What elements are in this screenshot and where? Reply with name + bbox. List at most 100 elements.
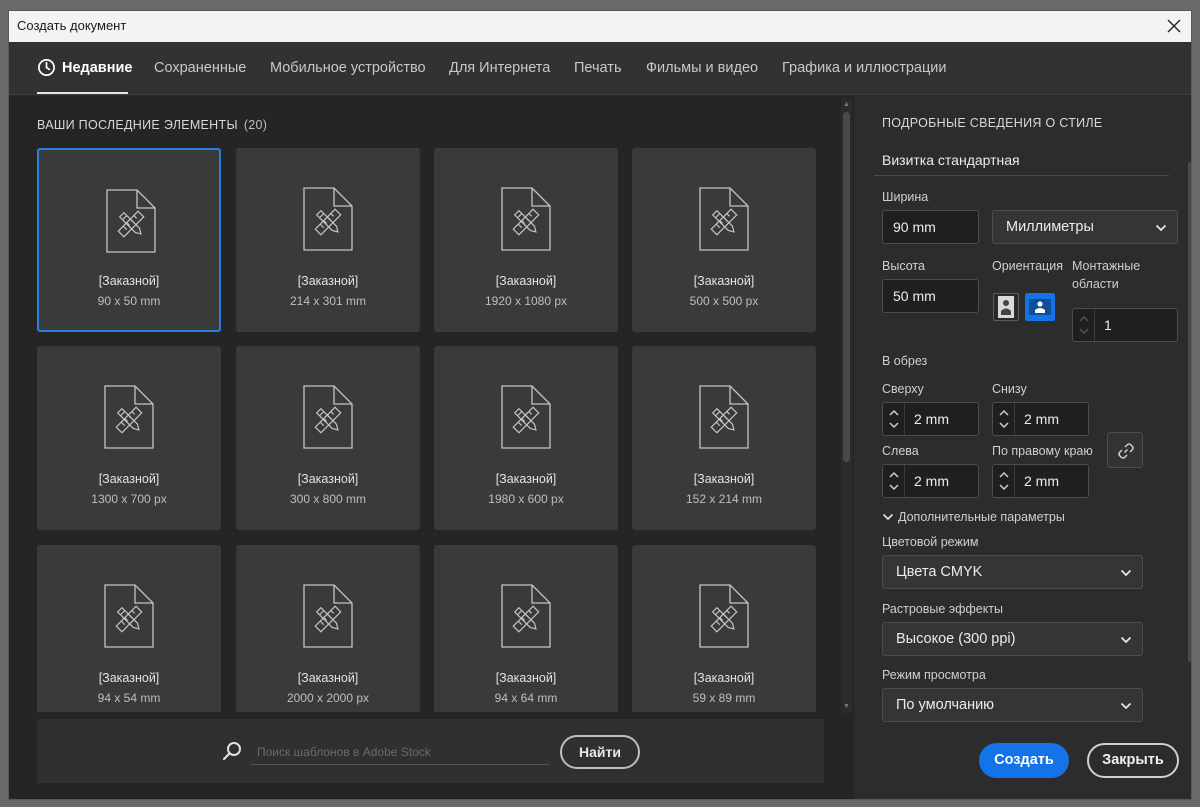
bleed-right-label: По правому краю [992, 444, 1093, 458]
tab-saved[interactable]: Сохраненные [154, 60, 246, 76]
scroll-up-arrow-icon[interactable]: ▲ [843, 101, 850, 108]
stepper-up-icon[interactable] [998, 471, 1010, 479]
preset-card[interactable]: [Заказной] 94 x 64 mm [434, 545, 618, 712]
preview-mode-select[interactable]: По умолчанию [882, 688, 1143, 722]
recent-items-scrollbar[interactable]: ▲ ▼ [841, 98, 852, 713]
tab-mobile[interactable]: Мобильное устройство [270, 60, 426, 76]
document-icon [501, 187, 551, 251]
document-icon [104, 584, 154, 648]
raster-effects-label: Растровые эффекты [882, 602, 1004, 616]
advanced-options-label: Дополнительные параметры [898, 510, 1065, 524]
preset-card[interactable]: [Заказной] 1300 x 700 px [37, 346, 221, 530]
scrollbar-thumb[interactable] [843, 112, 850, 462]
preset-name: [Заказной] [495, 274, 557, 288]
document-icon [303, 187, 353, 251]
preset-size: 59 x 89 mm [692, 691, 756, 705]
artboards-stepper[interactable]: 1 [1072, 308, 1178, 342]
tab-art-illustration[interactable]: Графика и иллюстрации [782, 60, 947, 76]
height-label: Высота [882, 259, 925, 273]
stepper-down-icon[interactable] [888, 483, 900, 491]
preset-name: [Заказной] [693, 472, 755, 486]
title-bar: Создать документ [9, 11, 1191, 42]
stepper-down-icon[interactable] [1078, 327, 1090, 335]
tab-recent[interactable]: Недавние [62, 60, 132, 76]
raster-effects-select[interactable]: Высокое (300 ppi) [882, 622, 1143, 656]
stepper-up-icon[interactable] [888, 409, 900, 417]
preset-details-panel: ПОДРОБНЫЕ СВЕДЕНИЯ О СТИЛЕ Визитка станд… [854, 96, 1191, 799]
create-document-dialog: Создать документ Недавние Сохраненные Мо… [8, 10, 1192, 800]
document-icon [303, 385, 353, 449]
portrait-orientation-button[interactable] [993, 293, 1019, 321]
height-input[interactable]: 50 mm [882, 279, 979, 313]
bleed-bottom-value: 2 mm [1024, 411, 1059, 427]
preset-name: [Заказной] [297, 274, 359, 288]
recent-items-panel: ВАШИ ПОСЛЕДНИЕ ЭЛЕМЕНТЫ (20) [Заказной] 9… [9, 96, 854, 799]
preset-name-field[interactable]: Визитка стандартная [874, 150, 1169, 176]
close-button[interactable]: Закрыть [1087, 743, 1179, 778]
stepper-down-icon[interactable] [888, 421, 900, 429]
preset-name: [Заказной] [297, 671, 359, 685]
link-bleed-button[interactable] [1107, 432, 1143, 468]
preset-card[interactable]: [Заказной] 500 x 500 px [632, 148, 816, 332]
bleed-top-value: 2 mm [914, 411, 949, 427]
scrollbar-thumb[interactable] [1188, 162, 1191, 662]
bleed-right-stepper[interactable]: 2 mm [992, 464, 1089, 498]
preset-size: 500 x 500 px [689, 294, 759, 308]
tab-web[interactable]: Для Интернета [449, 60, 550, 76]
document-icon [501, 584, 551, 648]
stepper-down-icon[interactable] [998, 421, 1010, 429]
preset-size: 90 x 50 mm [97, 294, 161, 308]
preset-card[interactable]: [Заказной] 214 x 301 mm [236, 148, 420, 332]
tab-print[interactable]: Печать [574, 60, 622, 76]
find-button[interactable]: Найти [560, 735, 640, 769]
bleed-bottom-spin [993, 403, 1015, 435]
stepper-up-icon[interactable] [1078, 315, 1090, 323]
bleed-top-label: Сверху [882, 382, 924, 396]
document-icon [303, 584, 353, 648]
chevron-down-icon [1120, 636, 1132, 644]
artboards-label-line1: Монтажные [1072, 259, 1141, 273]
close-icon[interactable] [1165, 17, 1183, 35]
units-value: Миллиметры [1006, 219, 1094, 235]
chevron-down-icon [1120, 702, 1132, 710]
preset-card[interactable]: [Заказной] 300 x 800 mm [236, 346, 420, 530]
landscape-icon [1029, 299, 1051, 315]
preset-size: 2000 x 2000 px [286, 691, 370, 705]
stock-search-input[interactable] [251, 739, 549, 765]
preset-card[interactable]: [Заказной] 152 x 214 mm [632, 346, 816, 530]
preset-name: [Заказной] [98, 274, 160, 288]
preset-card[interactable]: [Заказной] 94 x 54 mm [37, 545, 221, 712]
bleed-top-stepper[interactable]: 2 mm [882, 402, 979, 436]
preset-name: [Заказной] [297, 472, 359, 486]
preset-card[interactable]: [Заказной] 1920 x 1080 px [434, 148, 618, 332]
preset-name: [Заказной] [98, 671, 160, 685]
scroll-down-arrow-icon[interactable]: ▼ [843, 703, 850, 710]
preset-size: 94 x 64 mm [494, 691, 558, 705]
recent-items-heading: ВАШИ ПОСЛЕДНИЕ ЭЛЕМЕНТЫ (20) [37, 118, 267, 132]
bleed-bottom-stepper[interactable]: 2 mm [992, 402, 1089, 436]
bleed-left-stepper[interactable]: 2 mm [882, 464, 979, 498]
tab-film-video[interactable]: Фильмы и видео [646, 60, 758, 76]
color-mode-select[interactable]: Цвета CMYK [882, 555, 1143, 589]
preview-mode-value: По умолчанию [896, 697, 995, 713]
bleed-right-spin [993, 465, 1015, 497]
stepper-up-icon[interactable] [998, 409, 1010, 417]
advanced-options-toggle[interactable]: Дополнительные параметры [882, 510, 1065, 524]
color-mode-label: Цветовой режим [882, 535, 979, 549]
preset-name: [Заказной] [693, 671, 755, 685]
preset-card[interactable]: [Заказной] 90 x 50 mm [37, 148, 221, 332]
window-title: Создать документ [17, 18, 127, 33]
width-input[interactable]: 90 mm [882, 210, 979, 244]
landscape-orientation-button[interactable] [1025, 293, 1055, 321]
preset-size: 94 x 54 mm [97, 691, 161, 705]
preset-card[interactable]: [Заказной] 59 x 89 mm [632, 545, 816, 712]
bleed-label: В обрез [882, 354, 928, 368]
stepper-down-icon[interactable] [998, 483, 1010, 491]
preset-card[interactable]: [Заказной] 2000 x 2000 px [236, 545, 420, 712]
preset-card[interactable]: [Заказной] 1980 x 600 px [434, 346, 618, 530]
stepper-up-icon[interactable] [888, 471, 900, 479]
units-select[interactable]: Миллиметры [992, 210, 1178, 244]
bleed-top-spin [883, 403, 905, 435]
create-button[interactable]: Создать [979, 743, 1069, 778]
details-scrollbar[interactable] [1187, 116, 1191, 716]
